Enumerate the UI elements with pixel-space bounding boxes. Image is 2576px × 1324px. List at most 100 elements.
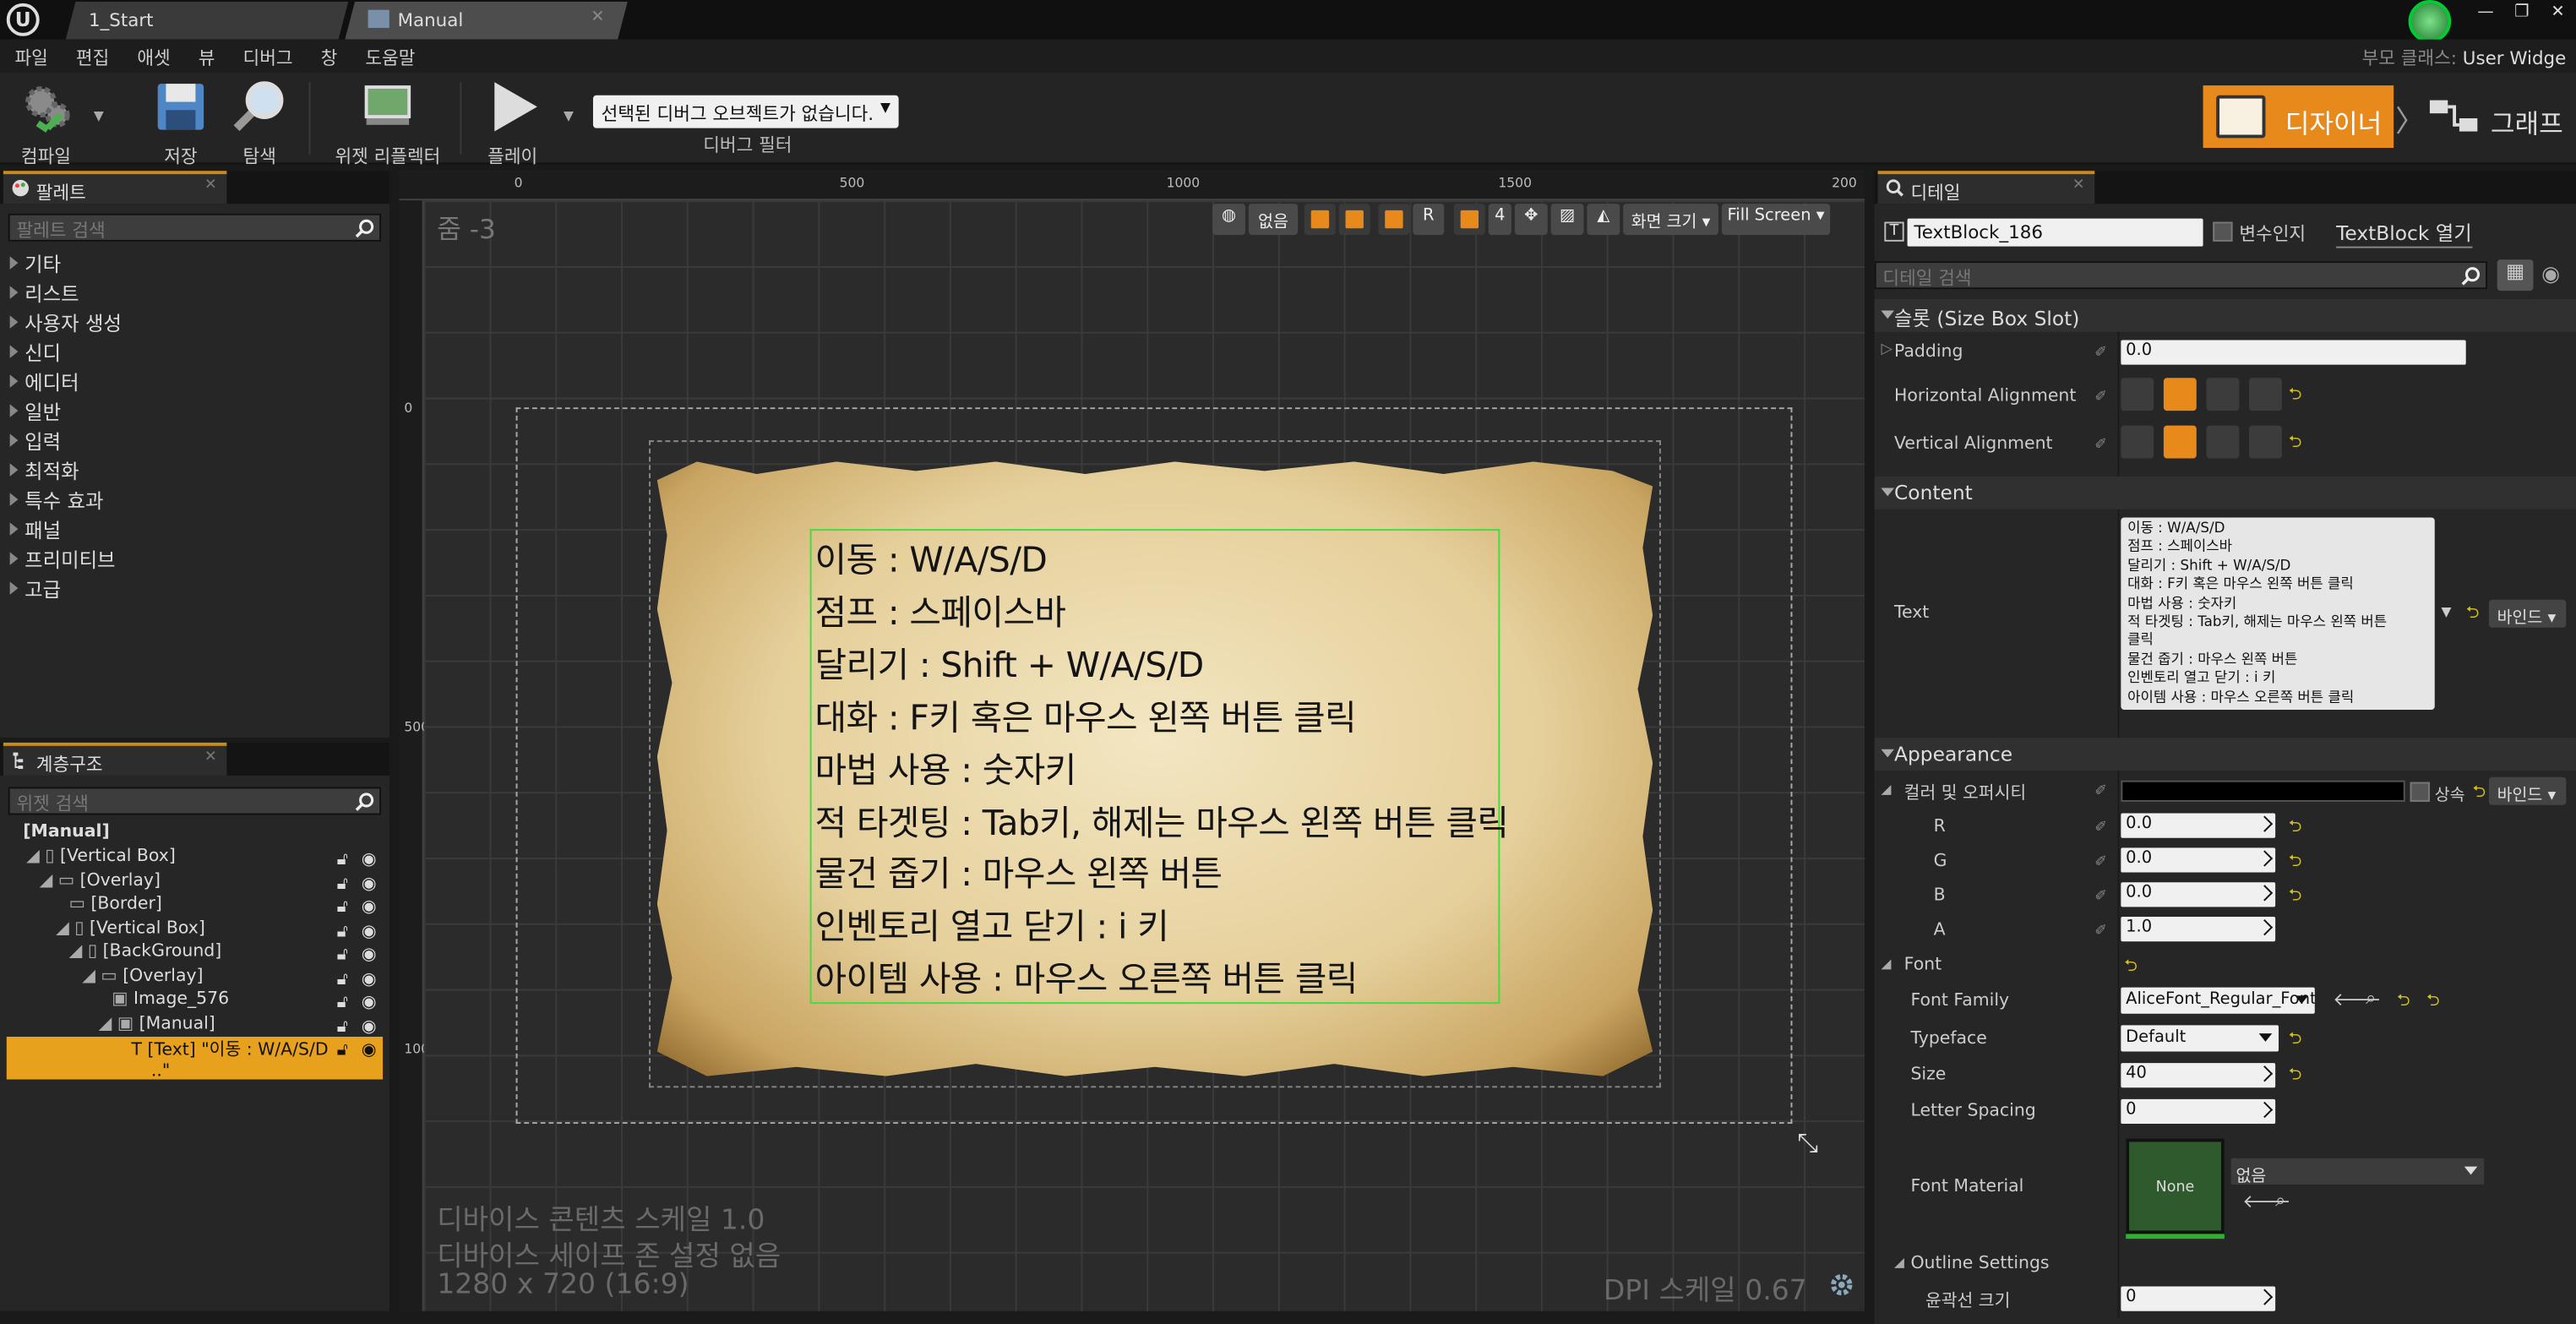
lock-toggle[interactable]: [1338, 204, 1370, 236]
expand-arrow-icon[interactable]: ▷: [1881, 341, 1892, 357]
details-tab[interactable]: 디테일 ✕: [1877, 171, 2095, 204]
tree-row-selected[interactable]: T [Text] "이동 : W/A/S/D .." 🔓︎ ◉: [6, 1036, 384, 1081]
size-input[interactable]: 40: [2121, 1063, 2276, 1088]
pin-icon[interactable]: ✐: [2094, 820, 2110, 836]
tree-row[interactable]: ◢ ▯ [Vertical Box] 🔓︎ ◉: [7, 846, 383, 869]
menu-help[interactable]: 도움말: [351, 40, 428, 71]
menu-asset[interactable]: 애셋: [123, 40, 183, 71]
lock-icon[interactable]: 🔓︎: [337, 897, 353, 917]
letter-spacing-input[interactable]: 0: [2121, 1098, 2276, 1125]
tab-manual[interactable]: Manual ✕: [345, 2, 627, 40]
eye-icon[interactable]: ◉: [362, 897, 378, 917]
eye-icon[interactable]: ◉: [2541, 263, 2560, 287]
tree-row[interactable]: ◢ ▣ [Manual] 🔓︎ ◉: [7, 1013, 383, 1037]
palette-category[interactable]: 패널: [9, 516, 61, 546]
localization-options-chevron-icon[interactable]: ▼: [2442, 605, 2452, 620]
browse-magnifier-icon[interactable]: ⌕: [2275, 1190, 2285, 1212]
reset-arrow-icon[interactable]: ⮌: [2397, 989, 2410, 1017]
palette-search-input[interactable]: 팔레트 검색: [8, 213, 382, 242]
screen-size-select[interactable]: 화면 크기 ▾: [1623, 204, 1718, 236]
font-family-select[interactable]: AliceFont_Regular_Font: [2121, 987, 2315, 1014]
tab-1-start[interactable]: 1_Start: [66, 2, 348, 40]
tree-row[interactable]: ◢ ▭ [Overlay] 🔓︎ ◉: [7, 965, 383, 989]
font-material-thumbnail[interactable]: None: [2126, 1138, 2225, 1234]
palette-category[interactable]: 사용자 생성: [9, 309, 122, 339]
reset-arrow-icon[interactable]: ⮌: [2426, 989, 2440, 1017]
open-textblock-link[interactable]: TextBlock 열기: [2336, 219, 2472, 248]
move-icon[interactable]: ✥: [1514, 204, 1548, 236]
palette-category[interactable]: 고급: [9, 575, 61, 605]
eye-icon[interactable]: ◉: [362, 921, 378, 940]
outline-toggle[interactable]: [1304, 204, 1336, 236]
palette-category[interactable]: 일반: [9, 398, 61, 428]
graph-mode-button[interactable]: 그래프: [2425, 85, 2563, 148]
font-material-select[interactable]: 없음: [2230, 1158, 2485, 1186]
details-search-input[interactable]: 디테일 검색: [1874, 261, 2487, 290]
palette-category[interactable]: 특수 효과: [9, 487, 103, 516]
eye-icon[interactable]: ◉: [362, 849, 378, 869]
palette-category[interactable]: 입력: [9, 428, 61, 457]
lock-icon[interactable]: 🔓︎: [337, 992, 353, 1011]
pin-icon[interactable]: ✐: [2094, 924, 2110, 940]
palette-category[interactable]: 프리미티브: [9, 546, 116, 575]
lock-icon[interactable]: 🔓︎: [337, 968, 353, 988]
pin-icon[interactable]: ✐: [2094, 854, 2110, 870]
r-input[interactable]: 0.0: [2121, 813, 2276, 838]
color-swatch[interactable]: [2121, 780, 2405, 802]
close-tab-icon[interactable]: ✕: [204, 749, 217, 766]
is-variable-checkbox[interactable]: [2213, 221, 2233, 242]
slot-section-header[interactable]: 슬롯 (Size Box Slot): [1874, 298, 2576, 332]
reset-arrow-icon[interactable]: ⮌: [2289, 815, 2302, 842]
palette-category[interactable]: 신디: [9, 339, 61, 368]
play-button[interactable]: 플레이: [477, 79, 549, 169]
resize-handle-icon[interactable]: ⤡: [1797, 1127, 1818, 1160]
typeface-select[interactable]: Default: [2121, 1025, 2279, 1052]
halign-right-button[interactable]: [2206, 378, 2240, 411]
fill-screen-select[interactable]: Fill Screen ▾: [1721, 204, 1831, 236]
collapse-arrow-icon[interactable]: ◢: [1881, 956, 1891, 972]
grid-view-icon[interactable]: ▦: [2497, 259, 2534, 291]
image-icon[interactable]: ▨: [1550, 204, 1584, 236]
respect-locks-button[interactable]: R: [1413, 204, 1445, 236]
lock-icon[interactable]: 🔓︎: [337, 849, 353, 869]
eye-icon[interactable]: ◉: [362, 1040, 378, 1060]
collapse-arrow-icon[interactable]: ◢: [1881, 782, 1891, 798]
debug-object-select[interactable]: 선택된 디버그 오브젝트가 없습니다. ▼: [592, 95, 899, 128]
tree-row[interactable]: ◢ ▭ [Overlay] 🔓︎ ◉: [7, 870, 383, 894]
reset-arrow-icon[interactable]: ⮌: [2289, 383, 2302, 411]
lock-icon[interactable]: 🔓︎: [337, 874, 353, 893]
compile-button[interactable]: 컴파일: [7, 79, 85, 169]
menu-window[interactable]: 창: [306, 40, 351, 71]
halign-left-button[interactable]: [2121, 378, 2154, 411]
close-tab-icon[interactable]: ✕: [2072, 177, 2085, 193]
a-input[interactable]: 1.0: [2121, 917, 2276, 942]
menu-file[interactable]: 파일: [0, 40, 61, 71]
widget-reflector-button[interactable]: 위젯 리플렉터: [329, 79, 447, 169]
eye-icon[interactable]: ◉: [362, 1016, 378, 1036]
tree-row[interactable]: ▣ Image_576 🔓︎ ◉: [7, 989, 383, 1013]
parent-class-value[interactable]: User Widge: [2463, 47, 2567, 68]
reset-arrow-icon[interactable]: ⮌: [2124, 955, 2138, 983]
designer-mode-button[interactable]: 디자이너: [2203, 85, 2394, 149]
designer-viewport[interactable]: 0 500 1000 1500 200 0 500 1000 줌 -3 ◍ 없음…: [399, 171, 1865, 1311]
pin-icon[interactable]: ✐: [2094, 437, 2110, 453]
palette-tab[interactable]: 팔레트 ✕: [3, 171, 227, 204]
minimize-button[interactable]: —: [2468, 2, 2504, 28]
widget-name-input[interactable]: TextBlock_186: [1907, 218, 2203, 247]
menu-view[interactable]: 뷰: [183, 40, 228, 71]
valign-fill-button[interactable]: [2249, 425, 2282, 459]
reset-arrow-icon[interactable]: ⮌: [2289, 1063, 2302, 1091]
restore-button[interactable]: ❐: [2503, 2, 2540, 28]
close-window-button[interactable]: ✕: [2540, 2, 2576, 28]
browse-button[interactable]: 탐색: [226, 79, 292, 169]
pin-icon[interactable]: ✐: [2094, 889, 2110, 905]
reset-arrow-icon[interactable]: ⮌: [2289, 430, 2302, 458]
tree-row[interactable]: ▭ [Border] 🔓︎ ◉: [7, 894, 383, 918]
padding-input[interactable]: 0.0: [2121, 340, 2466, 365]
hierarchy-tab[interactable]: 계층구조 ✕: [3, 742, 227, 776]
source-control-status-icon[interactable]: [2408, 0, 2452, 43]
color-bind-button[interactable]: 바인드 ▾: [2488, 776, 2567, 805]
layout-toggle[interactable]: [1378, 204, 1410, 236]
design-canvas[interactable]: 줌 -3 ◍ 없음 R 4 ✥ ▨ ◭ 화면 크기 ▾ Fill Screen …: [423, 200, 1865, 1311]
inherit-checkbox[interactable]: [2410, 782, 2430, 802]
